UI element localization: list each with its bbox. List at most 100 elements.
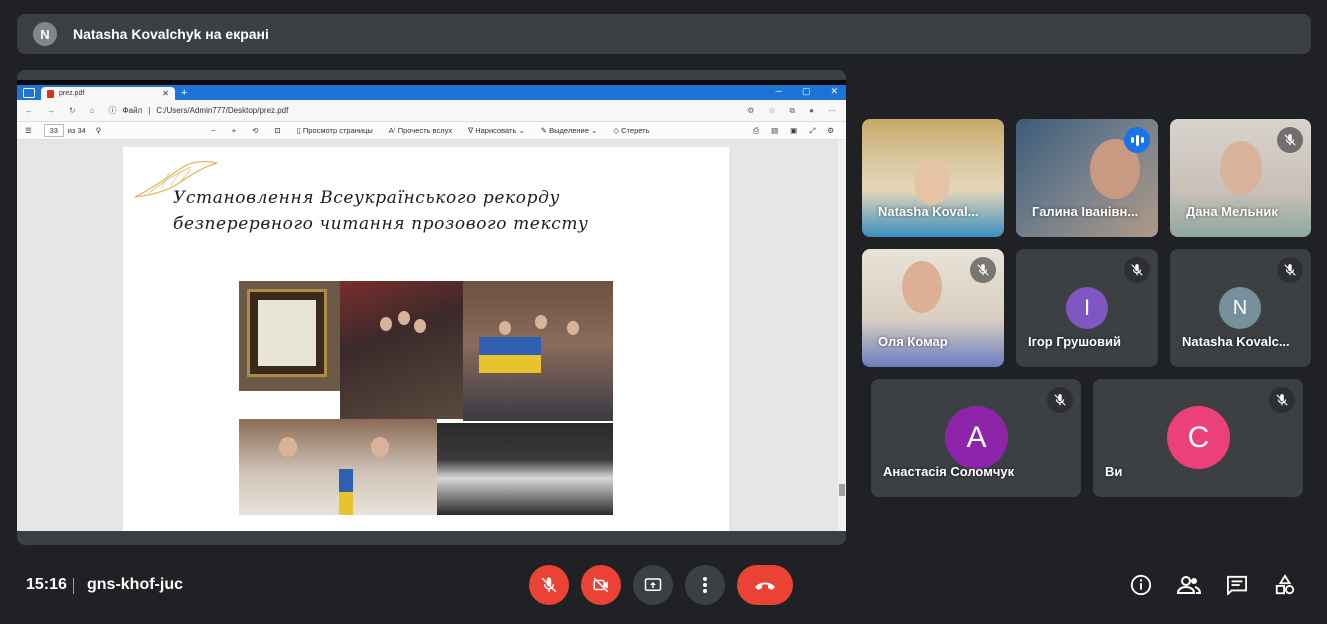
people-icon bbox=[1177, 576, 1201, 594]
window-menu-icon bbox=[23, 88, 35, 98]
activities-button[interactable] bbox=[1272, 573, 1298, 597]
participant-name: Оля Комар bbox=[878, 334, 948, 349]
save-icon: ▤ bbox=[771, 125, 779, 135]
presenting-text: Natasha Kovalchyk на екрані bbox=[73, 26, 269, 42]
person-head bbox=[398, 311, 410, 325]
browser-tab: prez.pdf ✕ bbox=[41, 87, 175, 100]
certificate-paper bbox=[258, 300, 316, 366]
participant-name: Ви bbox=[1105, 464, 1123, 479]
pdf-viewer: Установлення Всеукраїнського рекорду без… bbox=[17, 140, 846, 531]
slide-title-line1: Установлення Всеукраїнського рекорду bbox=[173, 188, 560, 208]
certificate-photo bbox=[239, 281, 342, 391]
page-view-button: ▯ Просмотр страницы bbox=[296, 126, 373, 135]
participant-name: Ігор Грушовий bbox=[1028, 334, 1121, 349]
read-aloud-label: Прочесть вслух bbox=[397, 126, 453, 135]
participant-name: Дана Мельник bbox=[1186, 204, 1278, 219]
person-head bbox=[499, 321, 511, 335]
person-head bbox=[380, 317, 392, 331]
participant-tile[interactable]: Natasha Koval... bbox=[862, 119, 1004, 237]
flag-yellow bbox=[479, 355, 541, 373]
person-head bbox=[414, 319, 426, 333]
toggle-camera-button[interactable] bbox=[581, 565, 621, 605]
url-field: ⓘ Файл | C:/Users/Admin777/Desktop/prez.… bbox=[109, 105, 289, 116]
fit-page-icon: ⊡ bbox=[274, 126, 281, 135]
zoom-out-icon: − bbox=[211, 126, 216, 135]
participant-tile[interactable]: N Natasha Kovalc... bbox=[1170, 249, 1311, 367]
more-icon: ⋯ bbox=[828, 105, 836, 115]
chat-button[interactable] bbox=[1224, 573, 1250, 597]
window-controls: ─ ▢ ✕ bbox=[776, 86, 838, 97]
participant-tile[interactable]: I Ігор Грушовий bbox=[1016, 249, 1158, 367]
browser-window: prez.pdf ✕ + ─ ▢ ✕ ← → ↻ ⌂ ⓘ Файл | C:/U… bbox=[17, 85, 846, 531]
person-head bbox=[279, 437, 297, 457]
participant-name: Natasha Koval... bbox=[878, 204, 979, 219]
person-face bbox=[902, 261, 942, 313]
settings-icon: ⚙ bbox=[747, 105, 755, 115]
shared-screen[interactable]: prez.pdf ✕ + ─ ▢ ✕ ← → ↻ ⌂ ⓘ Файл | C:/U… bbox=[17, 70, 846, 545]
person-head bbox=[535, 315, 547, 329]
participant-avatar: I bbox=[1066, 287, 1108, 329]
speaking-indicator-icon bbox=[1124, 127, 1150, 153]
group-hug-photo bbox=[340, 281, 463, 419]
chat-icon bbox=[1227, 575, 1247, 595]
save-as-icon: ▣ bbox=[790, 125, 798, 135]
info-icon: ⓘ bbox=[108, 106, 117, 115]
print-icon: ⎙ bbox=[753, 125, 760, 135]
participant-tile[interactable]: Оля Комар bbox=[862, 249, 1004, 367]
slide-title-line2: безперервного читання прозового тексту bbox=[173, 214, 589, 234]
zoom-in-icon: + bbox=[231, 126, 237, 135]
mic-muted-icon bbox=[970, 257, 996, 283]
mic-muted-icon bbox=[1269, 387, 1295, 413]
highlight-button: ✎ Выделение ⌄ bbox=[540, 126, 598, 135]
highlight-label: Выделение bbox=[549, 126, 589, 135]
erase-label: Стереть bbox=[621, 126, 650, 135]
pdf-file-icon bbox=[47, 89, 54, 98]
meeting-details-button[interactable] bbox=[1128, 573, 1154, 597]
participant-tile-self[interactable]: C Ви bbox=[1093, 379, 1303, 497]
pdf-scrollbar bbox=[838, 140, 846, 531]
maximize-icon: ▢ bbox=[801, 86, 811, 96]
draw-button: ∇ Нарисовать ⌄ bbox=[468, 126, 525, 135]
profile-icon: ● bbox=[809, 105, 814, 115]
participant-tile[interactable]: A Анастасія Соломчук bbox=[871, 379, 1081, 497]
new-tab-icon: + bbox=[181, 87, 188, 99]
mic-muted-icon bbox=[1124, 257, 1150, 283]
present-screen-icon bbox=[644, 578, 662, 591]
forward-icon: → bbox=[47, 106, 55, 115]
browser-tab-bar: prez.pdf ✕ + ─ ▢ ✕ bbox=[17, 85, 846, 100]
present-screen-button[interactable] bbox=[633, 565, 673, 605]
pdf-toolbar: ☰ 33 из 34 ⚲ − + ⟲ ⊡ ▯ Просмотр страницы… bbox=[17, 122, 846, 140]
meeting-code[interactable]: gns-khof-juc bbox=[87, 576, 183, 594]
camera-off-icon bbox=[593, 577, 609, 593]
flag-blue bbox=[479, 337, 541, 355]
flag-small bbox=[339, 469, 353, 515]
reload-icon: ↻ bbox=[69, 106, 76, 115]
presenting-banner: N Natasha Kovalchyk на екрані bbox=[17, 14, 1311, 54]
window-close-icon: ✕ bbox=[830, 86, 838, 96]
slide-title: Установлення Всеукраїнського рекорду без… bbox=[173, 185, 589, 237]
participant-avatar: C bbox=[1167, 406, 1230, 469]
collections-icon: ⧉ bbox=[789, 105, 796, 115]
toggle-microphone-button[interactable] bbox=[529, 565, 569, 605]
participant-tile[interactable]: Дана Мельник bbox=[1170, 119, 1311, 237]
participant-tile-active-speaker[interactable]: Галина Іванівн... bbox=[1016, 119, 1158, 237]
leave-call-button[interactable] bbox=[737, 565, 793, 605]
erase-button: ◇ Стереть bbox=[613, 126, 650, 135]
back-icon: ← bbox=[25, 106, 33, 115]
people-button[interactable] bbox=[1176, 573, 1202, 597]
more-options-button[interactable] bbox=[685, 565, 725, 605]
participant-avatar: A bbox=[945, 406, 1008, 469]
person-face bbox=[1220, 141, 1262, 195]
more-vertical-icon bbox=[703, 577, 707, 593]
contents-icon: ☰ bbox=[25, 126, 32, 135]
photo-collage bbox=[239, 281, 613, 515]
participant-name: Анастасія Соломчук bbox=[883, 464, 1015, 479]
rotate-icon: ⟲ bbox=[252, 126, 259, 135]
certificate-frame bbox=[247, 289, 327, 377]
person-head bbox=[567, 321, 579, 335]
divider bbox=[73, 578, 74, 594]
activities-icon bbox=[1275, 574, 1295, 595]
pdf-tools: − + ⟲ ⊡ ▯ Просмотр страницы A⁾ Прочесть … bbox=[211, 126, 649, 135]
home-icon: ⌂ bbox=[89, 106, 95, 115]
info-icon bbox=[1130, 574, 1152, 596]
